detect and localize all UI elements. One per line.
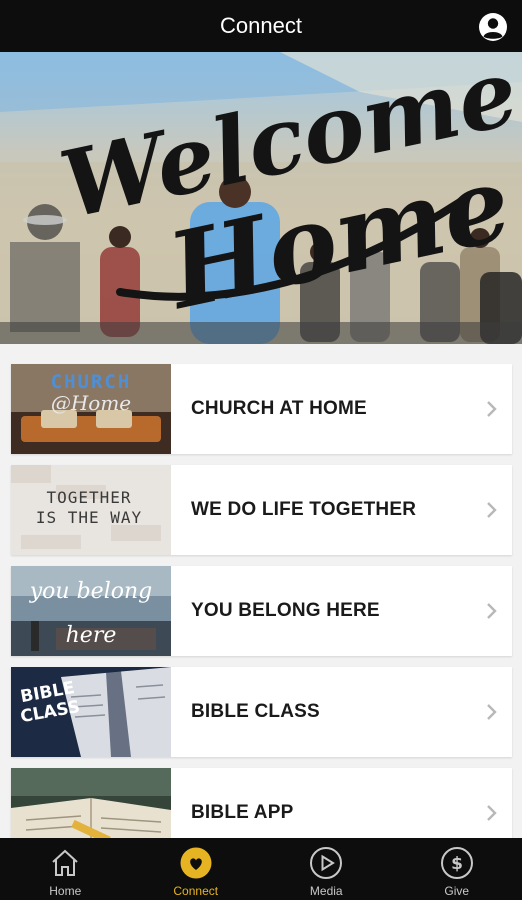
heart-icon xyxy=(180,847,212,879)
item-label: CHURCH AT HOME xyxy=(191,398,367,419)
thumb-text: you belong xyxy=(29,579,152,604)
page-title: Connect xyxy=(220,13,302,38)
tab-label: Home xyxy=(49,884,82,898)
list-item-bible-app[interactable]: BIBLE APP xyxy=(11,768,512,838)
thumb-text: CHURCH xyxy=(51,371,132,393)
bible-class-thumbnail: BIBLE CLASS xyxy=(11,667,171,757)
chevron-right-icon xyxy=(472,768,512,838)
home-icon xyxy=(52,849,78,876)
church-at-home-thumbnail: CHURCH @Home xyxy=(11,364,171,454)
bible-app-thumbnail xyxy=(11,768,171,838)
tab-media[interactable]: Media xyxy=(261,838,392,900)
tab-give[interactable]: $ Give xyxy=(392,838,522,900)
bottom-tab-bar: Home Connect Media $ Give xyxy=(0,838,522,900)
tab-connect[interactable]: Connect xyxy=(131,838,262,900)
chevron-right-icon xyxy=(472,465,512,555)
item-label: BIBLE APP xyxy=(191,802,294,823)
item-label: BIBLE CLASS xyxy=(191,701,320,722)
top-bar: Connect xyxy=(0,0,522,52)
play-icon xyxy=(310,847,343,879)
together-thumbnail: TOGETHER IS THE WAY xyxy=(11,465,171,555)
hero-image: Welcome Home xyxy=(0,52,522,344)
list-item-church-at-home[interactable]: CHURCH @Home CHURCH AT HOME xyxy=(11,364,512,454)
tab-label: Connect xyxy=(173,884,219,898)
thumb-text: @Home xyxy=(51,391,131,415)
thumb-text: IS THE WAY xyxy=(36,508,142,527)
tab-home[interactable]: Home xyxy=(0,838,131,900)
list-item-bible-class[interactable]: BIBLE CLASS BIBLE CLASS xyxy=(11,667,512,757)
item-label: WE DO LIFE TOGETHER xyxy=(191,499,417,520)
tab-label: Give xyxy=(444,884,470,898)
belong-thumbnail: you belong here xyxy=(11,566,171,656)
connect-list: CHURCH @Home CHURCH AT HOME TOGETHER IS … xyxy=(0,344,522,838)
profile-icon[interactable] xyxy=(478,12,508,42)
list-item-we-do-life-together[interactable]: TOGETHER IS THE WAY WE DO LIFE TOGETHER xyxy=(11,465,512,555)
item-label: YOU BELONG HERE xyxy=(191,600,380,621)
dollar-icon: $ xyxy=(440,847,473,879)
tab-label: Media xyxy=(309,884,343,898)
thumb-text: here xyxy=(66,623,117,648)
chevron-right-icon xyxy=(472,364,512,454)
hero-banner[interactable]: Welcome Home xyxy=(0,52,522,344)
list-item-you-belong-here[interactable]: you belong here YOU BELONG HERE xyxy=(11,566,512,656)
thumb-text: TOGETHER xyxy=(46,488,131,507)
chevron-right-icon xyxy=(472,566,512,656)
chevron-right-icon xyxy=(472,667,512,757)
svg-text:$: $ xyxy=(451,854,463,874)
